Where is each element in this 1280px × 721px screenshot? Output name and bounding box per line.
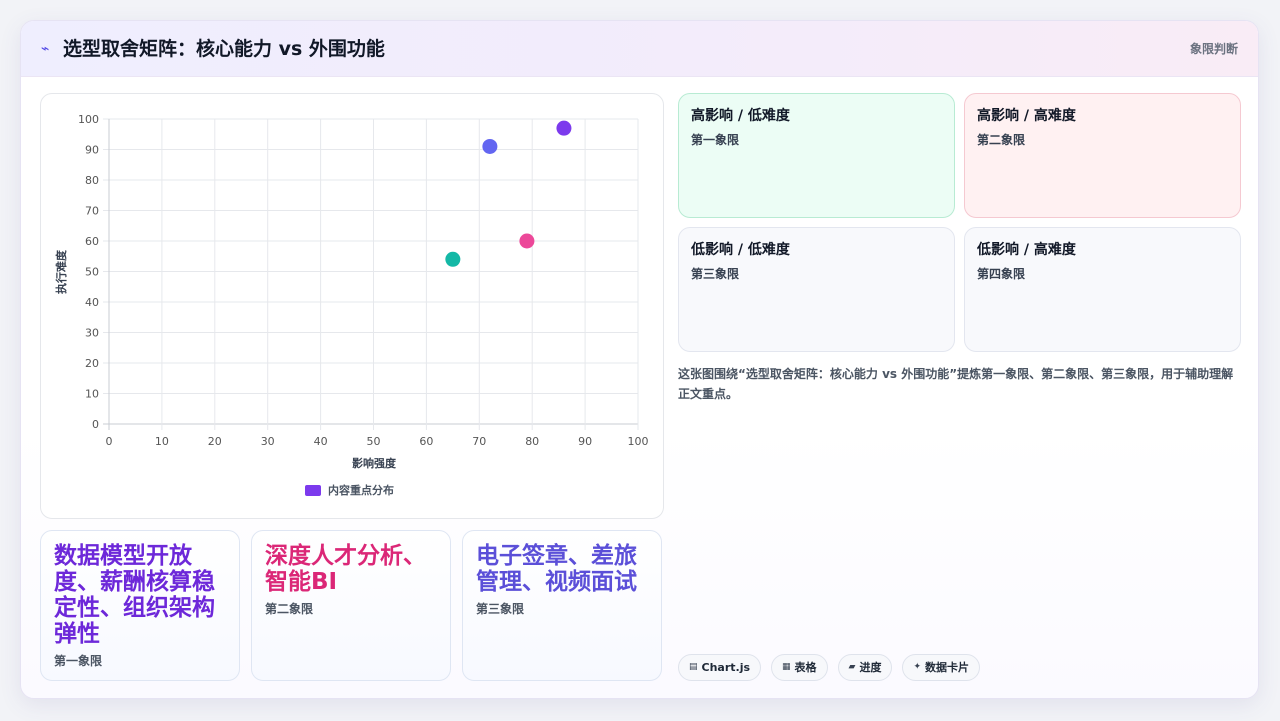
y-tick-label: 100: [78, 113, 99, 126]
y-tick-labels: 0 10 20 30 40 50 60 70 80 90 100: [78, 113, 99, 431]
chip-label: 进度: [859, 661, 882, 674]
tool-chips: ▤ Chart.js ▦ 表格 ▰ 进度 ✦ 数据卡片: [678, 654, 981, 681]
quadrant-label: 第四象限: [977, 267, 1026, 281]
summary-text: 这张图围绕“选型取舍矩阵：核心能力 vs 外围功能”提炼第一象限、第二象限、第三…: [678, 367, 1234, 401]
y-tick-label: 30: [85, 327, 99, 340]
y-tick-label: 90: [85, 144, 99, 157]
quadrant-card-4: 低影响 / 高难度 第四象限: [964, 227, 1241, 352]
chip-label: 数据卡片: [925, 661, 970, 674]
quadrant-label: 第一象限: [691, 133, 740, 147]
y-axis-label: 执行难度: [54, 249, 68, 294]
y-tick-label: 50: [85, 266, 99, 279]
page-title: 选型取舍矩阵：核心能力 vs 外围功能: [63, 38, 385, 60]
x-tick-label: 60: [419, 435, 433, 448]
x-tick-label: 100: [628, 435, 649, 448]
quadrant-card-1: 高影响 / 低难度 第一象限: [678, 93, 955, 218]
tile-label: 第二象限: [265, 602, 314, 616]
progress-icon: ▰: [848, 662, 856, 672]
x-tick-label: 20: [208, 435, 222, 448]
scatter-point[interactable]: [556, 120, 572, 136]
table-icon: ▦: [782, 662, 791, 672]
highlight-tile-3: 电子签章、差旅管理、视频面试 第三象限: [462, 530, 662, 681]
chip-data-card[interactable]: ✦ 数据卡片: [902, 654, 981, 681]
x-tick-label: 0: [106, 435, 113, 448]
sparkle-icon: ✦: [913, 662, 922, 672]
y-tick-label: 60: [85, 235, 99, 248]
x-axis-label: 影响强度: [352, 456, 397, 470]
scatter-point[interactable]: [519, 233, 535, 249]
trend-line-icon: ⌁: [41, 41, 50, 57]
x-tick-label: 30: [261, 435, 275, 448]
tile-main-text: 深度人才分析、智能BI: [265, 543, 426, 595]
y-tick-label: 70: [85, 205, 99, 218]
chip-label: Chart.js: [701, 661, 751, 674]
x-tick-label: 80: [525, 435, 539, 448]
legend-label[interactable]: 内容重点分布: [328, 483, 394, 497]
tile-main-text: 电子签章、差旅管理、视频面试: [476, 543, 637, 595]
x-tick-label: 40: [314, 435, 328, 448]
chart-icon: ▤: [689, 662, 698, 672]
chip-table[interactable]: ▦ 表格: [771, 654, 828, 681]
chip-progress[interactable]: ▰ 进度: [837, 654, 893, 681]
header: ⌁ 选型取舍矩阵：核心能力 vs 外围功能 象限判断: [21, 21, 1258, 77]
quadrant-badge: 象限判断: [1189, 42, 1238, 56]
tile-label: 第三象限: [476, 602, 525, 616]
chip-chartjs[interactable]: ▤ Chart.js: [678, 654, 762, 681]
y-tick-label: 10: [85, 388, 99, 401]
chart-card: 0 10 20 30 40 50 60 70 80 90 100 0 10 20 30 40 50 60 70 80…: [40, 93, 664, 519]
tile-label: 第一象限: [54, 654, 103, 668]
legend-swatch[interactable]: [305, 485, 321, 496]
x-tick-label: 10: [155, 435, 169, 448]
quadrant-card-2: 高影响 / 高难度 第二象限: [964, 93, 1241, 218]
quadrant-label: 第三象限: [691, 267, 740, 281]
chart-grid: [103, 118, 639, 430]
dashboard-frame: ⌁ 选型取舍矩阵：核心能力 vs 外围功能 象限判断 0 10 20 30 40 50 60…: [20, 20, 1259, 699]
y-tick-label: 80: [85, 174, 99, 187]
quadrant-title: 高影响 / 高难度: [977, 108, 1076, 124]
quadrant-title: 高影响 / 低难度: [691, 108, 790, 124]
scatter-chart: 0 10 20 30 40 50 60 70 80 90 100 0 10 20 30 40 50 60 70 80…: [54, 113, 649, 497]
x-tick-label: 50: [367, 435, 381, 448]
x-tick-label: 90: [578, 435, 592, 448]
quadrant-label: 第二象限: [977, 133, 1026, 147]
scatter-point[interactable]: [482, 138, 498, 154]
x-tick-label: 70: [472, 435, 486, 448]
chip-label: 表格: [794, 661, 817, 674]
quadrant-title: 低影响 / 高难度: [977, 242, 1076, 258]
y-tick-label: 0: [92, 418, 99, 431]
tile-main-text: 数据模型开放度、薪酬核算稳定性、组织架构弹性: [54, 543, 215, 647]
x-tick-labels: 0 10 20 30 40 50 60 70 80 90 100: [106, 435, 649, 448]
scatter-points: [445, 120, 572, 267]
scatter-point[interactable]: [445, 251, 461, 267]
highlight-tile-2: 深度人才分析、智能BI 第二象限: [251, 530, 451, 681]
quadrant-title: 低影响 / 低难度: [691, 242, 790, 258]
highlight-tile-1: 数据模型开放度、薪酬核算稳定性、组织架构弹性 第一象限: [40, 530, 240, 681]
quadrant-card-3: 低影响 / 低难度 第三象限: [678, 227, 955, 352]
y-tick-label: 20: [85, 357, 99, 370]
y-tick-label: 40: [85, 296, 99, 309]
